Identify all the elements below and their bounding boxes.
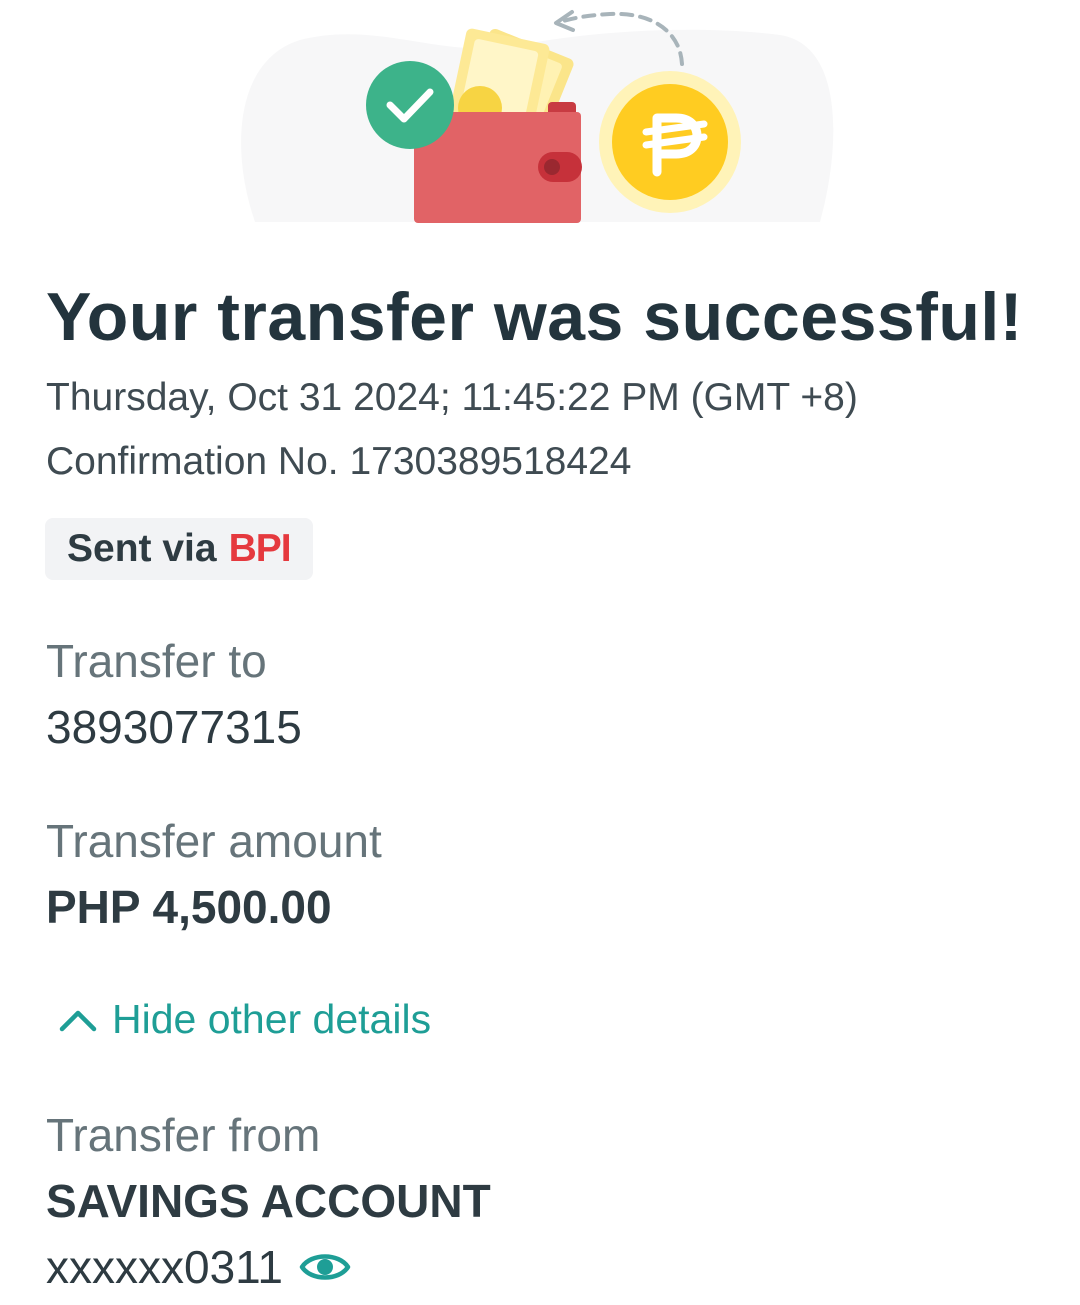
transfer-from-label: Transfer from <box>46 1109 321 1161</box>
sent-via-label: Sent via <box>67 527 217 570</box>
chevron-up-icon <box>59 1010 97 1031</box>
bank-logo-text: BPI <box>228 527 292 570</box>
transfer-amount-label: Transfer amount <box>46 815 382 867</box>
hide-details-label: Hide other details <box>112 996 432 1042</box>
show-account-eye-icon[interactable] <box>299 1247 351 1287</box>
peso-coin-icon <box>599 71 741 213</box>
transfer-amount-value: PHP 4,500.00 <box>46 881 332 933</box>
masked-account-number: xxxxxx0311 <box>46 1241 283 1293</box>
page-title: Your transfer was successful! <box>46 279 1023 355</box>
account-type: SAVINGS ACCOUNT <box>46 1175 491 1227</box>
success-illustration <box>241 10 834 223</box>
transaction-datetime: Thursday, Oct 31 2024; 11:45:22 PM (GMT … <box>46 376 858 419</box>
hide-details-toggle[interactable]: Hide other details <box>58 996 431 1043</box>
sent-via-badge: Sent via BPI <box>45 518 313 580</box>
confirmation-number: Confirmation No. 1730389518424 <box>46 440 632 483</box>
transfer-to-value: 3893077315 <box>46 701 302 753</box>
transfer-to-label: Transfer to <box>46 635 267 687</box>
check-icon <box>366 61 454 149</box>
account-number-row: xxxxxx0311 <box>46 1240 351 1294</box>
